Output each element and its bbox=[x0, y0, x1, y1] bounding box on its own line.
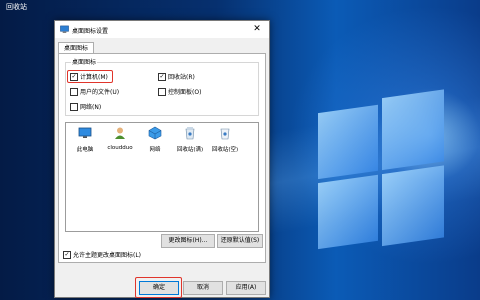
recycle-bin-full-icon bbox=[185, 127, 195, 140]
group-label: 桌面图标 bbox=[71, 59, 98, 66]
list-item-network[interactable]: 网络 bbox=[138, 126, 172, 153]
desktop-icon-settings-dialog: 桌面图标设置 ✕ 桌面图标 桌面图标 ✓ 计算机(M) ✓ 回收站(R) 用户的… bbox=[54, 20, 270, 298]
checkbox-label: 用户的文件(U) bbox=[80, 89, 120, 96]
checkbox-network[interactable]: 网络(N) bbox=[70, 102, 101, 111]
checkbox-recycle-bin[interactable]: ✓ 回收站(R) bbox=[158, 72, 195, 81]
icon-list[interactable]: 此电脑 cloudduo 网络 回收站(满) 回收站(空) bbox=[65, 122, 259, 232]
windows-logo-wallpaper bbox=[318, 89, 448, 257]
desktop-recycle-bin-label[interactable]: 回收站 bbox=[6, 2, 27, 12]
change-icon-button[interactable]: 更改图标(H)... bbox=[161, 234, 215, 248]
close-button[interactable]: ✕ bbox=[245, 21, 269, 38]
monitor-icon bbox=[60, 25, 69, 33]
cancel-button[interactable]: 取消 bbox=[183, 281, 223, 295]
desktop-icons-group: 桌面图标 ✓ 计算机(M) ✓ 回收站(R) 用户的文件(U) 控制面板(O) … bbox=[65, 59, 259, 116]
restore-default-button[interactable]: 还原默认值(S) bbox=[217, 234, 263, 248]
checkbox-box[interactable] bbox=[70, 102, 78, 111]
checkbox-box[interactable]: ✓ bbox=[63, 250, 71, 259]
tab-panel: 桌面图标 ✓ 计算机(M) ✓ 回收站(R) 用户的文件(U) 控制面板(O) … bbox=[58, 53, 266, 263]
checkbox-allow-themes[interactable]: ✓ 允许主题更改桌面图标(L) bbox=[63, 250, 141, 259]
list-item-this-pc[interactable]: 此电脑 bbox=[68, 126, 102, 153]
list-item-user[interactable]: cloudduo bbox=[103, 126, 137, 151]
list-item-recycle-empty[interactable]: 回收站(空) bbox=[208, 126, 242, 153]
checkbox-label: 网络(N) bbox=[80, 104, 102, 111]
checkbox-label: 回收站(R) bbox=[168, 74, 195, 81]
checkbox-label: 允许主题更改桌面图标(L) bbox=[73, 252, 142, 259]
list-item-recycle-full[interactable]: 回收站(满) bbox=[173, 126, 207, 153]
apply-button[interactable]: 应用(A) bbox=[226, 281, 266, 295]
checkbox-box[interactable] bbox=[70, 87, 78, 96]
recycle-bin-empty-icon bbox=[220, 128, 230, 140]
title-bar[interactable]: 桌面图标设置 ✕ bbox=[55, 21, 269, 38]
dialog-title: 桌面图标设置 bbox=[72, 28, 109, 35]
highlight-box-computer bbox=[67, 70, 113, 83]
highlight-box-ok bbox=[135, 277, 182, 298]
checkbox-box[interactable] bbox=[158, 87, 166, 96]
user-icon bbox=[115, 127, 125, 139]
checkbox-box[interactable]: ✓ bbox=[158, 72, 166, 81]
checkbox-user-files[interactable]: 用户的文件(U) bbox=[70, 87, 119, 96]
checkbox-control-panel[interactable]: 控制面板(O) bbox=[158, 87, 201, 96]
network-icon bbox=[148, 126, 162, 140]
checkbox-label: 控制面板(O) bbox=[168, 89, 202, 96]
computer-icon bbox=[78, 127, 92, 138]
